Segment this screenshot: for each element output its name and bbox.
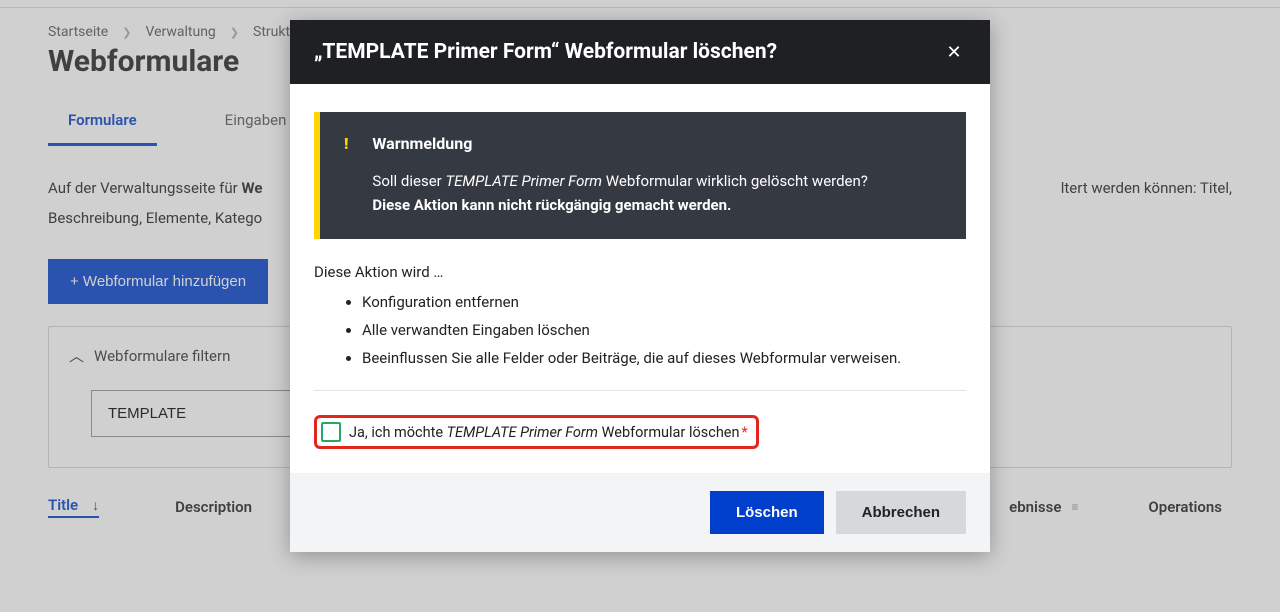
modal-overlay[interactable]: „TEMPLATE Primer Form“ Webformular lösch… xyxy=(0,0,1280,612)
confirm-checkbox[interactable] xyxy=(321,422,341,442)
warn-irreversible: Diese Aktion kann nicht rückgängig gemac… xyxy=(372,196,731,214)
modal-body: ! Warnmeldung Soll dieser TEMPLATE Prime… xyxy=(290,84,990,473)
modal-header: „TEMPLATE Primer Form“ Webformular lösch… xyxy=(290,20,990,84)
warning-content: Warnmeldung Soll dieser TEMPLATE Primer … xyxy=(372,134,867,217)
delete-confirmation-modal: „TEMPLATE Primer Form“ Webformular lösch… xyxy=(290,20,990,552)
confirm-label[interactable]: Ja, ich möchte TEMPLATE Primer Form Webf… xyxy=(349,424,748,441)
close-button[interactable]: ✕ xyxy=(942,40,966,64)
warn-prefix: Soll dieser xyxy=(372,172,445,190)
warn-suffix: Webformular wirklich gelöscht werden? xyxy=(602,172,868,190)
confirm-form-name: TEMPLATE Primer Form xyxy=(447,424,598,441)
action-item: Beeinflussen Sie alle Felder oder Beiträ… xyxy=(362,345,966,373)
close-icon: ✕ xyxy=(946,42,961,63)
action-intro: Diese Aktion wird … xyxy=(314,263,966,281)
modal-title: „TEMPLATE Primer Form“ Webformular lösch… xyxy=(314,40,777,64)
warning-icon: ! xyxy=(344,134,348,217)
modal-footer: Löschen Abbrechen xyxy=(290,473,990,552)
required-star-icon: * xyxy=(742,424,748,441)
action-item: Konfiguration entfernen xyxy=(362,289,966,317)
confirm-checkbox-row[interactable]: Ja, ich möchte TEMPLATE Primer Form Webf… xyxy=(314,415,759,449)
action-list: Konfiguration entfernen Alle verwandten … xyxy=(314,289,966,372)
confirm-suffix: Webformular löschen xyxy=(598,424,739,441)
cancel-button[interactable]: Abbrechen xyxy=(836,491,966,534)
divider xyxy=(314,390,966,391)
warning-box: ! Warnmeldung Soll dieser TEMPLATE Prime… xyxy=(314,112,966,239)
action-item: Alle verwandten Eingaben löschen xyxy=(362,317,966,345)
warn-form-name: TEMPLATE Primer Form xyxy=(445,172,602,190)
confirm-prefix: Ja, ich möchte xyxy=(349,424,447,441)
warning-title: Warnmeldung xyxy=(372,134,867,153)
warning-text: Soll dieser TEMPLATE Primer Form Webform… xyxy=(372,169,867,217)
delete-button[interactable]: Löschen xyxy=(710,491,824,534)
